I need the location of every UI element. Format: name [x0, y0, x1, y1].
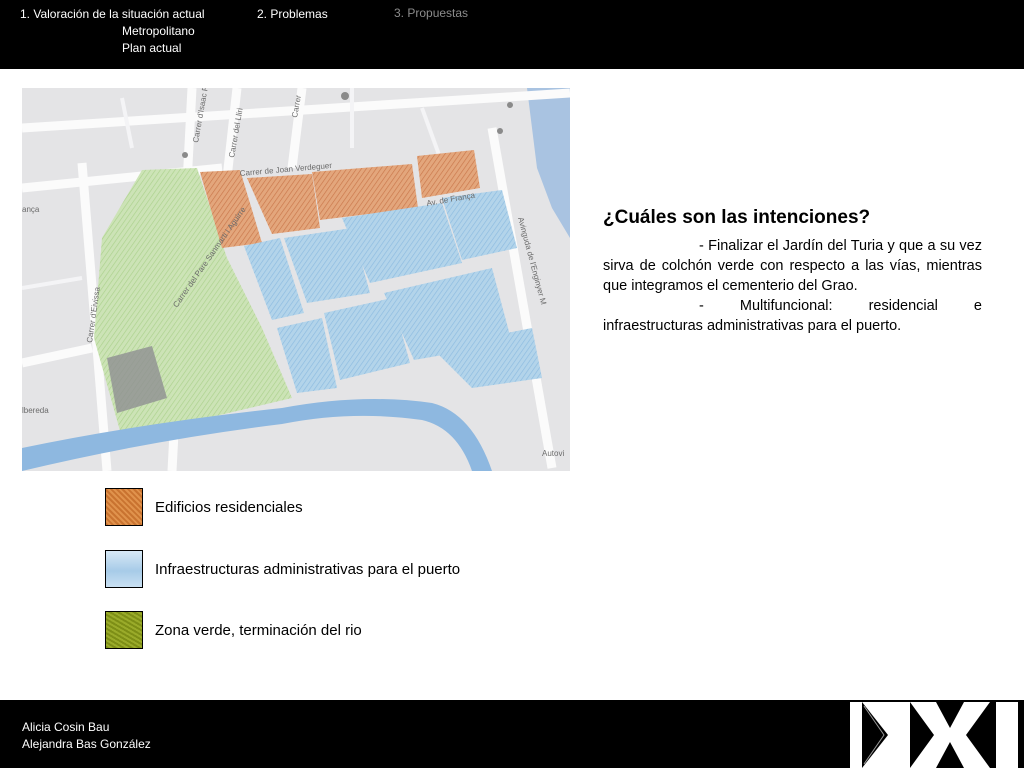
legend-swatch-orange: [105, 488, 143, 526]
legend-swatch-green: [105, 611, 143, 649]
map-label-autovia: Autovi: [542, 449, 564, 458]
top-nav-bar: 1. Valoración de la situación actual Met…: [0, 0, 1024, 69]
map-label-albereda: lbereda: [22, 406, 49, 415]
legend-item-residencial: Edificios residenciales: [105, 487, 303, 527]
nav-item-problemas[interactable]: 2. Problemas: [257, 6, 328, 23]
site-map-image: Carrer d'Isaac P Carrer del Lliri Carrer…: [22, 88, 570, 471]
intentions-point-2-cont: infraestructuras administrativas para el…: [603, 318, 902, 334]
intentions-panel: ¿Cuáles son las intenciones? - Finalizar…: [603, 206, 982, 336]
map-poi-marker: [507, 102, 513, 108]
map-poi-marker: [497, 128, 503, 134]
nav-subitem-metropolitano[interactable]: Metropolitano: [122, 23, 195, 40]
legend-item-administrativas: Infraestructuras administrativas para el…: [105, 549, 460, 589]
intentions-point-1: - Finalizar el Jardín del Turia y que a …: [603, 238, 982, 294]
intentions-point-2: - Multifuncional: residencial e: [699, 298, 982, 314]
legend-label-zona-verde: Zona verde, terminación del rio: [155, 621, 362, 639]
nav-subitem-plan-actual[interactable]: Plan actual: [122, 40, 181, 57]
map-poi-marker: [341, 92, 349, 100]
intentions-title: ¿Cuáles son las intenciones?: [603, 207, 871, 228]
legend-label-residencial: Edificios residenciales: [155, 498, 303, 516]
author-2: Alejandra Bas González: [22, 737, 151, 751]
nav-item-propuestas[interactable]: 3. Propuestas: [394, 5, 468, 22]
school-logo: [850, 700, 1024, 768]
map-poi-marker: [182, 152, 188, 158]
nav-item-valoracion[interactable]: 1. Valoración de la situación actual: [20, 6, 205, 23]
legend-label-administrativas: Infraestructuras administrativas para el…: [155, 560, 461, 578]
map-label-anca: ança: [22, 205, 40, 214]
author-1: Alicia Cosin Bau: [22, 720, 110, 734]
legend-item-zona-verde: Zona verde, terminación del rio: [105, 610, 362, 650]
legend-swatch-blue: [105, 550, 143, 588]
